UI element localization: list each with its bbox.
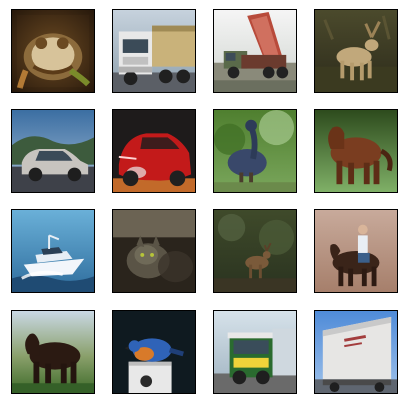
thumbnail-rider-horse — [314, 209, 398, 293]
truck-icon — [214, 311, 296, 393]
deer-icon — [214, 210, 296, 292]
horse-icon — [315, 210, 397, 292]
thumbnail-bluebird — [112, 310, 196, 394]
horse-icon — [315, 110, 397, 192]
cat-icon — [113, 210, 195, 292]
truck-icon — [113, 10, 195, 92]
thumbnail-horse-brown — [314, 109, 398, 193]
thumbnail-cat — [112, 209, 196, 293]
image-grid — [0, 0, 406, 405]
thumbnail-car-red — [112, 109, 196, 193]
thumbnail-frog — [11, 9, 95, 93]
thumbnail-car-silver — [11, 109, 95, 193]
thumbnail-deer-forest — [213, 209, 297, 293]
automobile-icon — [12, 110, 94, 192]
frog-icon — [12, 10, 94, 92]
thumbnail-deer — [314, 9, 398, 93]
bird-icon — [113, 311, 195, 393]
thumbnail-bird-emu — [213, 109, 297, 193]
thumbnail-truck-white — [112, 9, 196, 93]
thumbnail-trailer-white — [314, 310, 398, 394]
bird-icon — [214, 110, 296, 192]
deer-icon — [315, 10, 397, 92]
thumbnail-boat — [11, 209, 95, 293]
horse-icon — [12, 311, 94, 393]
thumbnail-dump-truck — [213, 9, 297, 93]
thumbnail-horse-dark — [11, 310, 95, 394]
ship-icon — [12, 210, 94, 292]
automobile-icon — [113, 110, 195, 192]
truck-icon — [214, 10, 296, 92]
truck-icon — [315, 311, 397, 393]
thumbnail-truck-green — [213, 310, 297, 394]
